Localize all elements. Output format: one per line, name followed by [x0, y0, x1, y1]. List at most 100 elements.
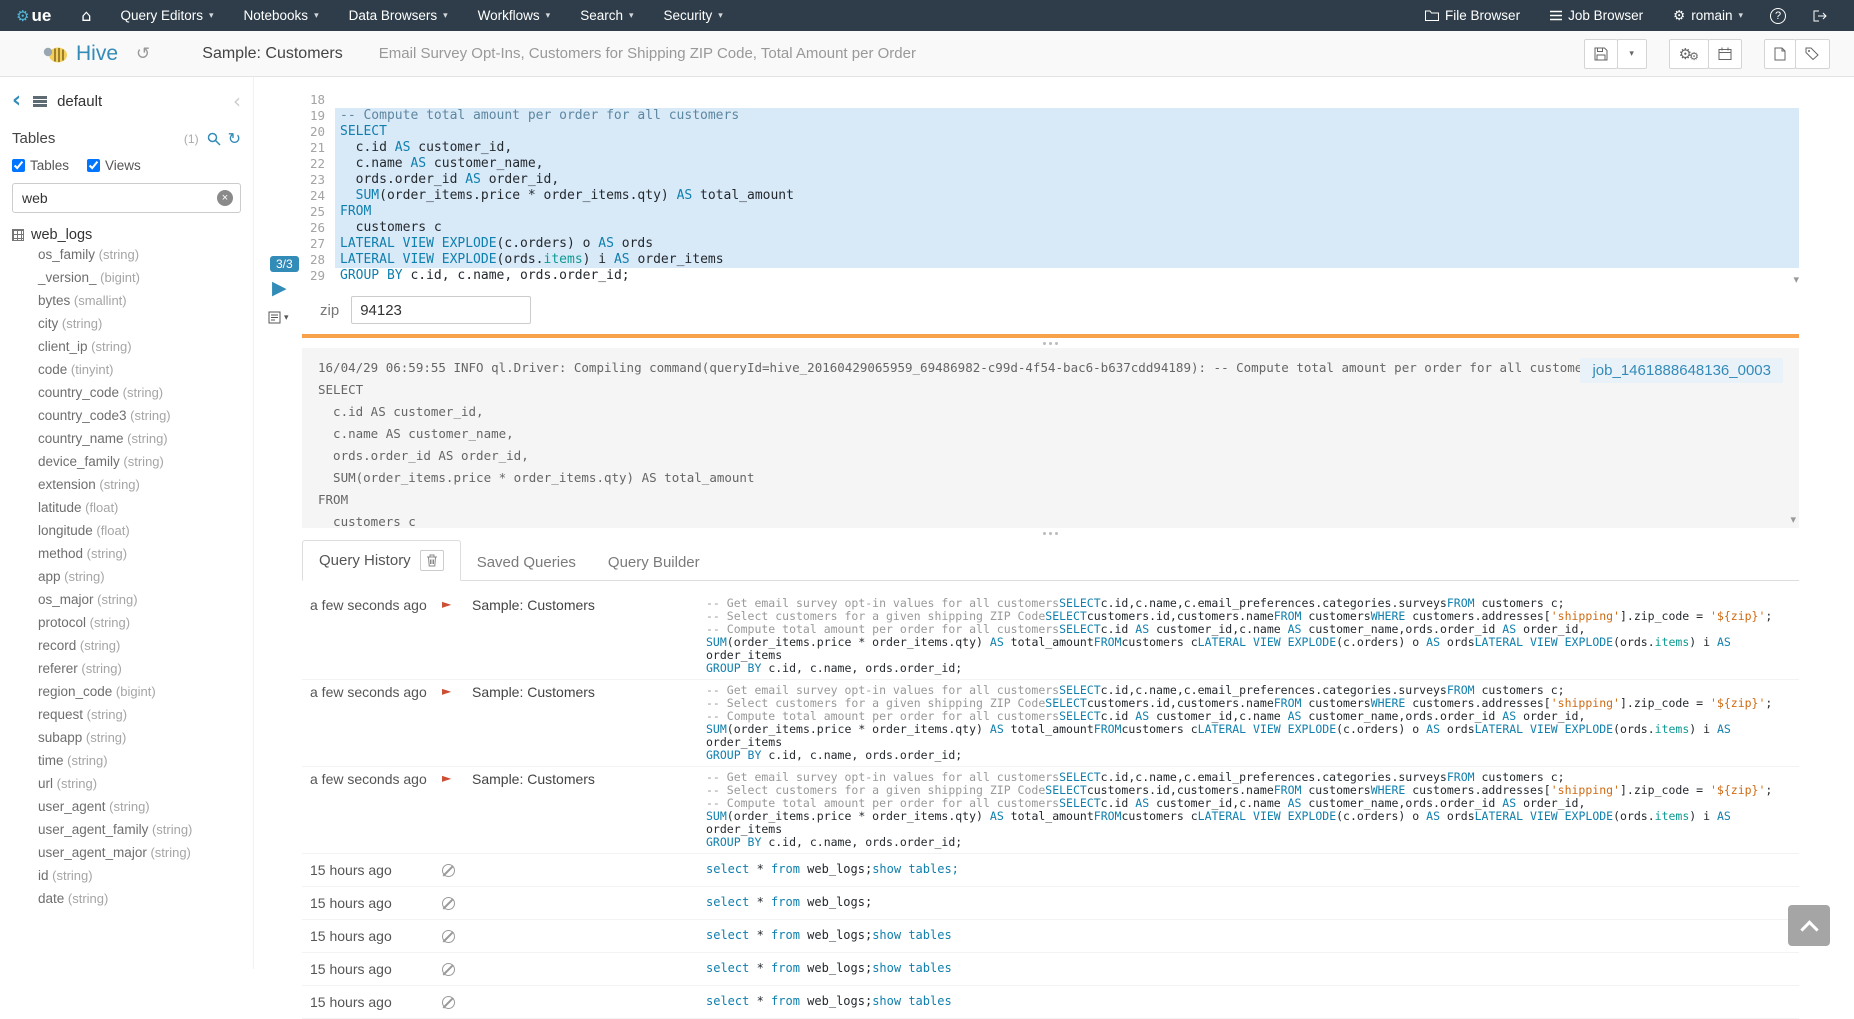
hive-app-block[interactable]: Hive	[42, 42, 118, 66]
column-item-_version_[interactable]: _version_ (bigint)	[12, 266, 241, 289]
table-search-button[interactable]	[207, 132, 221, 146]
execute-button[interactable]: ▶	[272, 277, 287, 299]
column-item-extension[interactable]: extension (string)	[12, 473, 241, 496]
clear-search-button[interactable]: ×	[217, 190, 233, 206]
editor-line[interactable]: 19-- Compute total amount per order for …	[302, 108, 1799, 124]
column-item-subapp[interactable]: subapp (string)	[12, 726, 241, 749]
menu-workflows[interactable]: Workflows▾	[463, 0, 566, 31]
history-row[interactable]: a few seconds ago►Sample: Customers-- Ge…	[302, 680, 1799, 767]
column-item-os_major[interactable]: os_major (string)	[12, 588, 241, 611]
column-item-date[interactable]: date (string)	[12, 887, 241, 910]
database-row: ‹ default ‹	[12, 89, 241, 113]
tab-query-builder[interactable]: Query Builder	[592, 545, 716, 580]
editor-line[interactable]: 20SELECT	[302, 124, 1799, 140]
refresh-icon[interactable]: ↻	[228, 129, 241, 148]
home-button[interactable]: ⌂	[67, 6, 105, 26]
menu-notebooks[interactable]: Notebooks▾	[229, 0, 334, 31]
history-row[interactable]: 15 hours agoselect * from web_logs;show …	[302, 986, 1799, 1019]
menu-data-browsers[interactable]: Data Browsers▾	[334, 0, 463, 31]
column-item-id[interactable]: id (string)	[12, 864, 241, 887]
filter-tables[interactable]: Tables	[12, 158, 69, 173]
column-item-app[interactable]: app (string)	[12, 565, 241, 588]
menu-query-editors[interactable]: Query Editors▾	[105, 0, 228, 31]
sql-token: customer_name,ords.order_id	[1301, 796, 1502, 810]
editor-line[interactable]: 29GROUP BY c.id, c.name, ords.order_id;	[302, 268, 1799, 284]
column-item-time[interactable]: time (string)	[12, 749, 241, 772]
column-item-bytes[interactable]: bytes (smallint)	[12, 289, 241, 312]
tables-checkbox[interactable]	[12, 159, 25, 172]
column-item-client_ip[interactable]: client_ip (string)	[12, 335, 241, 358]
log-scroll-down-arrow[interactable]: ▾	[1790, 513, 1796, 526]
history-row[interactable]: a few seconds ago►Sample: Customers-- Ge…	[302, 767, 1799, 854]
query-history-icon[interactable]: ↺	[136, 44, 150, 64]
editor-line[interactable]: 25FROM	[302, 204, 1799, 220]
save-button[interactable]	[1584, 39, 1618, 69]
menu-search[interactable]: Search▾	[565, 0, 648, 31]
editor-line[interactable]: 22 c.name AS customer_name,	[302, 156, 1799, 172]
editor-line[interactable]: 18	[302, 92, 1799, 108]
column-item-user_agent_major[interactable]: user_agent_major (string)	[12, 841, 241, 864]
job-link[interactable]: job_1461888648136_0003	[1580, 358, 1783, 383]
save-dropdown-button[interactable]: ▾	[1617, 39, 1647, 69]
editor-line[interactable]: 23 ords.order_id AS order_id,	[302, 172, 1799, 188]
column-item-protocol[interactable]: protocol (string)	[12, 611, 241, 634]
table-search-input[interactable]	[12, 183, 241, 213]
job-browser-button[interactable]: Job Browser	[1535, 0, 1658, 31]
documentation-button[interactable]	[1764, 39, 1796, 69]
editor-scroll-down-arrow[interactable]: ▾	[1793, 273, 1799, 286]
editor-line[interactable]: 24 SUM(order_items.price * order_items.q…	[302, 188, 1799, 204]
variable-zip-input[interactable]	[351, 296, 531, 324]
editor-line[interactable]: 26 customers c	[302, 220, 1799, 236]
table-item-web-logs[interactable]: web_logs	[12, 227, 241, 243]
sql-editor[interactable]: 1819-- Compute total amount per order fo…	[302, 92, 1799, 284]
editor-line[interactable]: 21 c.id AS customer_id,	[302, 140, 1799, 156]
history-row[interactable]: 15 hours agoselect * from web_logs;show …	[302, 920, 1799, 953]
column-item-request[interactable]: request (string)	[12, 703, 241, 726]
editor-line[interactable]: 27LATERAL VIEW EXPLODE(c.orders) o AS or…	[302, 236, 1799, 252]
help-button[interactable]: ?	[1770, 8, 1786, 24]
column-item-region_code[interactable]: region_code (bigint)	[12, 680, 241, 703]
column-type: (string)	[78, 661, 122, 676]
column-item-referer[interactable]: referer (string)	[12, 657, 241, 680]
settings-button[interactable]: ⚙ ⚙	[1669, 39, 1709, 69]
filter-views[interactable]: Views	[87, 158, 141, 173]
views-checkbox[interactable]	[87, 159, 100, 172]
editor-settings-button[interactable]: ▾	[268, 311, 289, 324]
resize-handle[interactable]	[302, 339, 1799, 347]
column-item-code[interactable]: code (tinyint)	[12, 358, 241, 381]
history-row[interactable]: 15 hours agoselect * from web_logs;show …	[302, 953, 1799, 986]
column-item-latitude[interactable]: latitude (float)	[12, 496, 241, 519]
user-menu[interactable]: ⚙ romain ▾	[1658, 0, 1758, 31]
logout-button[interactable]	[1798, 0, 1842, 31]
column-item-longitude[interactable]: longitude (float)	[12, 519, 241, 542]
column-item-user_agent[interactable]: user_agent (string)	[12, 795, 241, 818]
column-item-city[interactable]: city (string)	[12, 312, 241, 335]
delete-history-button[interactable]	[420, 550, 444, 571]
tab-saved-queries[interactable]: Saved Queries	[461, 545, 592, 580]
editor-line[interactable]: 28LATERAL VIEW EXPLODE(ords.items) i AS …	[302, 252, 1799, 268]
collapse-assist-icon[interactable]: ‹	[233, 89, 241, 113]
column-item-device_family[interactable]: device_family (string)	[12, 450, 241, 473]
column-item-record[interactable]: record (string)	[12, 634, 241, 657]
tags-button[interactable]	[1795, 39, 1830, 69]
column-item-method[interactable]: method (string)	[12, 542, 241, 565]
scroll-to-top-button[interactable]	[1788, 905, 1830, 946]
back-chevron-icon[interactable]: ‹	[12, 90, 21, 112]
column-item-country_code[interactable]: country_code (string)	[12, 381, 241, 404]
column-item-user_agent_family[interactable]: user_agent_family (string)	[12, 818, 241, 841]
column-item-country_code3[interactable]: country_code3 (string)	[12, 404, 241, 427]
resize-handle[interactable]	[302, 529, 1799, 537]
history-row[interactable]: a few seconds ago►Sample: Customers-- Ge…	[302, 593, 1799, 680]
history-row[interactable]: 15 hours agoselect * from web_logs;show …	[302, 854, 1799, 887]
file-browser-button[interactable]: File Browser	[1410, 0, 1535, 31]
home-icon: ⌂	[81, 6, 91, 25]
database-name[interactable]: default	[57, 93, 102, 110]
tab-query-history[interactable]: Query History	[302, 540, 461, 581]
column-item-os_family[interactable]: os_family (string)	[12, 243, 241, 266]
hue-logo[interactable]: ⚙ ue	[0, 6, 67, 26]
history-row[interactable]: 15 hours agoselect * from web_logs;	[302, 887, 1799, 920]
column-item-url[interactable]: url (string)	[12, 772, 241, 795]
menu-security[interactable]: Security▾	[649, 0, 738, 31]
column-item-country_name[interactable]: country_name (string)	[12, 427, 241, 450]
schedule-button[interactable]	[1708, 39, 1742, 69]
